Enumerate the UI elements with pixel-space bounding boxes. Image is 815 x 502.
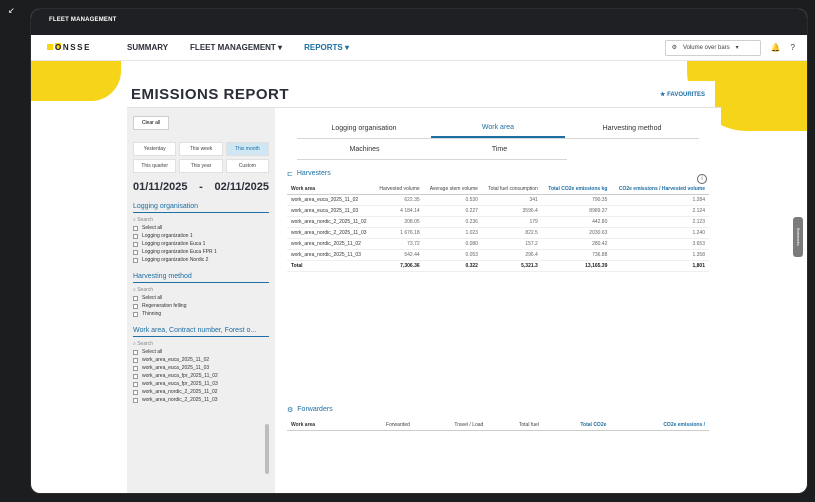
filter-option[interactable]: Logging organization Euca FPR 1 (133, 249, 269, 255)
preset-this-month[interactable]: This month (225, 142, 269, 156)
col-co2e-emissions: Total CO2e emissions kg (541, 184, 612, 195)
info-icon[interactable]: i (697, 174, 707, 184)
col-work-area: Work area (287, 184, 374, 195)
favourites-button[interactable]: ★ FAVOURITES (660, 91, 705, 98)
harvesters-title: ⊏ Harvesters (287, 170, 331, 178)
search-input[interactable]: ⌕ Search (133, 217, 269, 223)
preset-yesterday[interactable]: Yesterday (133, 142, 177, 156)
window-title: FLEET MANAGEMENT (31, 9, 807, 35)
preset-this-quarter[interactable]: This quarter (133, 159, 177, 173)
date-separator: - (199, 181, 203, 193)
table-row[interactable]: work_area_nordic_2025_11_02 73.72 0.080 … (287, 238, 709, 250)
harvesters-table: Work area Harvested volume Average stem … (287, 184, 709, 272)
col-avg-stem-volume: Average stem volume (423, 184, 482, 195)
table-total-row: Total 7,306.36 0.322 5,321.3 13,165.39 1… (287, 260, 709, 272)
filter-option[interactable]: work_area_nordic_2_2025_11_03 (133, 397, 269, 403)
tabs-primary: Logging organisation Work area Harvestin… (297, 118, 699, 139)
back-arrow-icon[interactable]: ↙ (8, 6, 15, 15)
table-row[interactable]: work_area_nordic_2_2025_11_03 1 676.18 1… (287, 227, 709, 239)
harvester-icon: ⊏ (287, 171, 293, 178)
filters-scrollbar[interactable] (265, 424, 269, 474)
notifications-icon[interactable]: 🔔 (771, 43, 781, 52)
brand-logo: ONSSE (31, 43, 127, 52)
report-header: EMISSIONS REPORT ★ FAVOURITES (121, 81, 715, 107)
filter-option[interactable]: Select all (133, 349, 269, 355)
settings-icon: ⚙ (671, 45, 677, 51)
filter-option[interactable]: Logging organization 1 (133, 233, 269, 239)
table-row[interactable]: work_area_nordic_2025_11_03 542.44 0.053… (287, 249, 709, 261)
decor-yellow-left (31, 61, 121, 101)
tab-harvesting-method[interactable]: Harvesting method (565, 118, 699, 138)
forwarder-icon: ⚙ (287, 407, 294, 414)
view-select[interactable]: ⚙ Volume over bars ▾ (664, 39, 761, 56)
filter-title-work-area: Work area, Contract number, Forest o... (133, 327, 269, 337)
preset-this-week[interactable]: This week (179, 142, 223, 156)
col-harvested-volume: Harvested volume (373, 184, 424, 195)
filter-option[interactable]: work_area_euca_fpr_2025_11_03 (133, 381, 269, 387)
filter-title-logging: Logging organisation (133, 203, 269, 213)
filter-option[interactable]: work_area_euca_2025_11_02 (133, 357, 269, 363)
nav-fleet-management[interactable]: FLEET MANAGEMENT ▾ (190, 43, 282, 52)
filter-option[interactable]: work_area_nordic_2_2025_11_02 (133, 389, 269, 395)
table-row[interactable]: work_area_nordic_2_2025_11_02 208.05 0.2… (287, 216, 709, 228)
filter-option[interactable]: Thinning (133, 311, 269, 317)
filter-title-harvesting: Harvesting method (133, 273, 269, 283)
help-icon[interactable]: ? (791, 43, 795, 52)
filter-option[interactable]: Logging organization Euca 1 (133, 241, 269, 247)
tabs-secondary: Machines Time (297, 139, 567, 160)
app-window: FLEET MANAGEMENT ONSSE SUMMARY FLEET MAN… (30, 8, 808, 494)
nav-reports[interactable]: REPORTS ▾ (304, 43, 349, 52)
forwarders-table: Work area Forwarded Travel / Load Total … (287, 420, 709, 431)
preset-this-year[interactable]: This year (179, 159, 223, 173)
tab-work-area[interactable]: Work area (431, 118, 565, 138)
col-co2e-per-volume: CO2e emissions / Harvested volume (611, 184, 709, 195)
search-input[interactable]: ⌕ Search (133, 341, 269, 347)
chevron-down-icon: ▾ (735, 45, 739, 51)
date-to: 02/11/2025 (214, 181, 269, 193)
forwarders-title: ⚙ Forwarders (287, 406, 333, 414)
bookmarks-side-tab[interactable]: Bokmarks (793, 217, 803, 257)
tab-time[interactable]: Time (432, 139, 567, 159)
report-content: Clear all Yesterday This week This month… (127, 107, 721, 493)
main-report-area: Logging organisation Work area Harvestin… (275, 108, 721, 493)
nav-summary[interactable]: SUMMARY (127, 43, 168, 52)
tab-logging-organisation[interactable]: Logging organisation (297, 118, 431, 138)
filter-option[interactable]: work_area_euca_2025_11_03 (133, 365, 269, 371)
page-title: EMISSIONS REPORT (131, 85, 290, 103)
filter-option[interactable]: Select all (133, 295, 269, 301)
filter-option[interactable]: Select all (133, 225, 269, 231)
clear-all-button[interactable]: Clear all (133, 116, 169, 130)
search-input[interactable]: ⌕ Search (133, 287, 269, 293)
date-from: 01/11/2025 (133, 181, 188, 193)
filter-option[interactable]: work_area_euca_fpr_2025_11_02 (133, 373, 269, 379)
tab-machines[interactable]: Machines (297, 139, 432, 159)
filter-option[interactable]: Regeneration felling (133, 303, 269, 309)
col-fuel-consumption: Total fuel consumption (481, 184, 542, 195)
top-nav: ONSSE SUMMARY FLEET MANAGEMENT ▾ REPORTS… (31, 35, 807, 61)
table-row[interactable]: work_area_euca_2025_11_02 622.35 0.530 3… (287, 194, 709, 206)
filter-option[interactable]: Logging organization Nordic 2 (133, 257, 269, 263)
date-range[interactable]: 01/11/2025 - 02/11/2025 (133, 181, 269, 193)
date-presets: Yesterday This week This month This quar… (133, 142, 269, 173)
table-row[interactable]: work_area_euca_2025_11_03 4 184.14 0.227… (287, 205, 709, 217)
filters-panel: Clear all Yesterday This week This month… (127, 108, 275, 493)
preset-custom[interactable]: Custom (225, 159, 269, 173)
